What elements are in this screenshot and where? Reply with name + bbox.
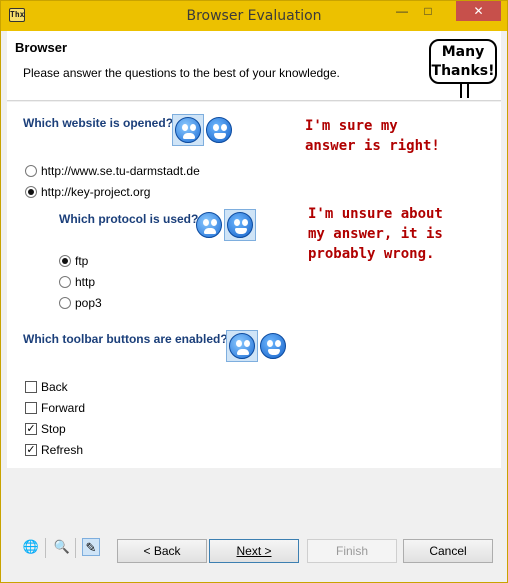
annotation-unsure: I'm unsure about my answer, it is probab…	[308, 206, 443, 262]
thanks-line-2: Thanks!	[431, 63, 495, 79]
option-forward[interactable]: Forward	[25, 401, 85, 415]
radio-key[interactable]	[25, 186, 37, 198]
sure-smiley-icon[interactable]	[196, 212, 222, 238]
dialog-window: Thx Browser Evaluation — □ ✕ Browser Ple…	[0, 0, 508, 583]
sure-smiley-icon	[229, 333, 255, 359]
back-button[interactable]: < Back	[117, 539, 207, 563]
maximize-button[interactable]: □	[415, 1, 441, 21]
checkbox-back[interactable]	[25, 381, 37, 393]
radio-se[interactable]	[25, 165, 37, 177]
page-description: Please answer the questions to the best …	[23, 66, 340, 80]
thanks-line-1: Many	[441, 44, 485, 60]
question-protocol: Which protocol is used?	[59, 212, 199, 226]
option-label: http://www.se.tu-darmstadt.de	[41, 164, 200, 178]
option-refresh[interactable]: ✓ Refresh	[25, 443, 83, 457]
radio-http[interactable]	[59, 276, 71, 288]
radio-pop3[interactable]	[59, 297, 71, 309]
option-pop3[interactable]: pop3	[59, 296, 102, 310]
checkbox-refresh[interactable]: ✓	[25, 444, 37, 456]
option-back[interactable]: Back	[25, 380, 68, 394]
option-label: ftp	[75, 254, 89, 268]
cancel-button[interactable]: Cancel	[403, 539, 493, 563]
sign-post-right	[467, 84, 469, 98]
toolbar-separator	[75, 538, 76, 558]
question-toolbar: Which toolbar buttons are enabled?	[23, 332, 228, 346]
toolbar-separator	[45, 538, 46, 558]
back-label: < Back	[143, 544, 181, 558]
sure-smiley-icon	[175, 117, 201, 143]
option-ftp[interactable]: ftp	[59, 254, 88, 268]
option-label: Back	[41, 380, 68, 394]
unsure-smiley-icon[interactable]	[206, 117, 232, 143]
title-bar[interactable]: Thx Browser Evaluation — □ ✕	[1, 1, 507, 31]
checkbox-forward[interactable]	[25, 402, 37, 414]
option-label: http	[75, 275, 96, 289]
question-website: Which website is opened?	[23, 116, 174, 130]
next-button[interactable]: Next >	[209, 539, 299, 563]
finish-button[interactable]: Finish	[307, 539, 397, 563]
option-website-se[interactable]: http://www.se.tu-darmstadt.de	[25, 164, 200, 178]
minimize-button[interactable]: —	[389, 1, 415, 21]
annotation-sure: I'm sure my answer is right!	[305, 118, 440, 154]
close-button[interactable]: ✕	[456, 1, 501, 21]
option-label: Refresh	[41, 443, 84, 457]
next-label: Next >	[236, 544, 272, 558]
option-http[interactable]: http	[59, 275, 95, 289]
option-label: Forward	[41, 401, 86, 415]
option-label: Stop	[41, 422, 66, 436]
option-stop[interactable]: ✓ Stop	[25, 422, 66, 436]
sign-post-left	[460, 84, 462, 98]
option-label: pop3	[75, 296, 102, 310]
unsure-smiley-icon[interactable]	[260, 333, 286, 359]
many-thanks-sign: Many Thanks!	[429, 39, 497, 84]
questionnaire-area: Which website is opened? http://www.se.t…	[7, 102, 501, 468]
edit-icon[interactable]: ✎	[82, 538, 100, 556]
globe-icon[interactable]: 🌐	[22, 538, 40, 556]
cancel-label: Cancel	[429, 544, 467, 558]
option-website-key[interactable]: http://key-project.org	[25, 185, 150, 199]
checkbox-stop[interactable]: ✓	[25, 423, 37, 435]
finish-label: Finish	[335, 544, 368, 558]
wizard-footer: 🌐 🔍 ✎ < Back Next > Finish Cancel	[7, 469, 501, 577]
wizard-header: Browser Please answer the questions to t…	[7, 31, 501, 101]
magnifier-icon[interactable]: 🔍	[53, 538, 71, 556]
page-title: Browser	[15, 40, 68, 55]
option-label: http://key-project.org	[41, 185, 151, 199]
unsure-smiley-icon	[227, 212, 253, 238]
radio-ftp[interactable]	[59, 255, 71, 267]
